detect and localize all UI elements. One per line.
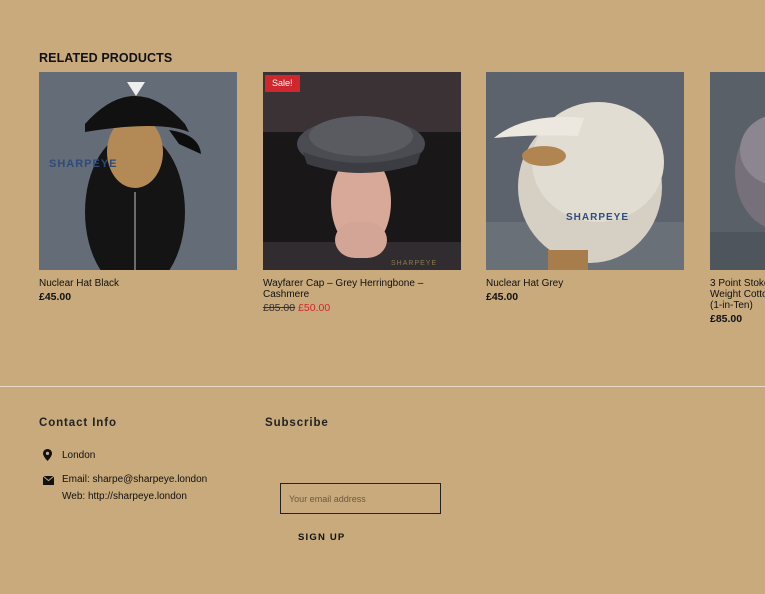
product-name-link[interactable]: Wayfarer Cap – Grey Herringbone – Cashme… [263, 278, 461, 300]
original-price: £85.00 [263, 302, 296, 314]
product-image-link[interactable]: SHARPEYE [486, 72, 684, 270]
product-card: SHARPEYE Sale! Wayfarer Cap – Grey Herri… [263, 72, 461, 314]
subscribe-email-input[interactable] [280, 483, 441, 514]
subscribe-heading: Subscribe [265, 417, 329, 429]
sale-price: £50.00 [298, 302, 331, 314]
product-image [710, 72, 765, 270]
contact-info-heading: Contact Info [39, 417, 117, 429]
product-card: SHARPEYE Nuclear Hat Black £45.00 [39, 72, 237, 303]
product-card: 3 Point Stoke Weight Cotto (1-in-Ten) £8… [710, 72, 765, 325]
contact-email-text[interactable]: Email: sharpe@sharpeye.london [62, 471, 207, 488]
product-name-link[interactable]: Nuclear Hat Grey [486, 278, 684, 289]
product-image-link[interactable]: SHARPEYE [39, 72, 237, 270]
product-price: £45.00 [486, 291, 519, 303]
product-image-link[interactable] [710, 72, 765, 270]
product-name-link[interactable]: 3 Point Stoke Weight Cotto (1-in-Ten) [710, 278, 765, 311]
product-image: SHARPEYE [39, 72, 237, 270]
product-image: SHARPEYE [486, 72, 684, 270]
footer-divider [0, 386, 765, 387]
sign-up-button[interactable]: SIGN UP [286, 530, 357, 545]
product-card: SHARPEYE Nuclear Hat Grey £45.00 [486, 72, 684, 303]
svg-text:SHARPEYE: SHARPEYE [566, 212, 629, 223]
product-name-link[interactable]: Nuclear Hat Black [39, 278, 237, 289]
product-price: £85.00 £50.00 [263, 302, 461, 314]
product-image: SHARPEYE [263, 72, 461, 270]
svg-text:SHARPEYE: SHARPEYE [49, 158, 118, 170]
map-pin-icon [43, 449, 52, 461]
envelope-icon [43, 476, 54, 485]
contact-location-text: London [62, 450, 96, 461]
product-image-link[interactable]: SHARPEYE Sale! [263, 72, 461, 270]
sale-badge: Sale! [265, 75, 300, 92]
svg-text:SHARPEYE: SHARPEYE [391, 260, 437, 267]
product-price: £45.00 [39, 291, 72, 303]
related-products-heading: RELATED PRODUCTS [39, 51, 173, 65]
product-price: £85.00 [710, 313, 743, 325]
page: RELATED PRODUCTS SHARPEYE Nuclear Hat Bl… [0, 0, 765, 594]
contact-web-text[interactable]: Web: http://sharpeye.london [62, 488, 187, 505]
